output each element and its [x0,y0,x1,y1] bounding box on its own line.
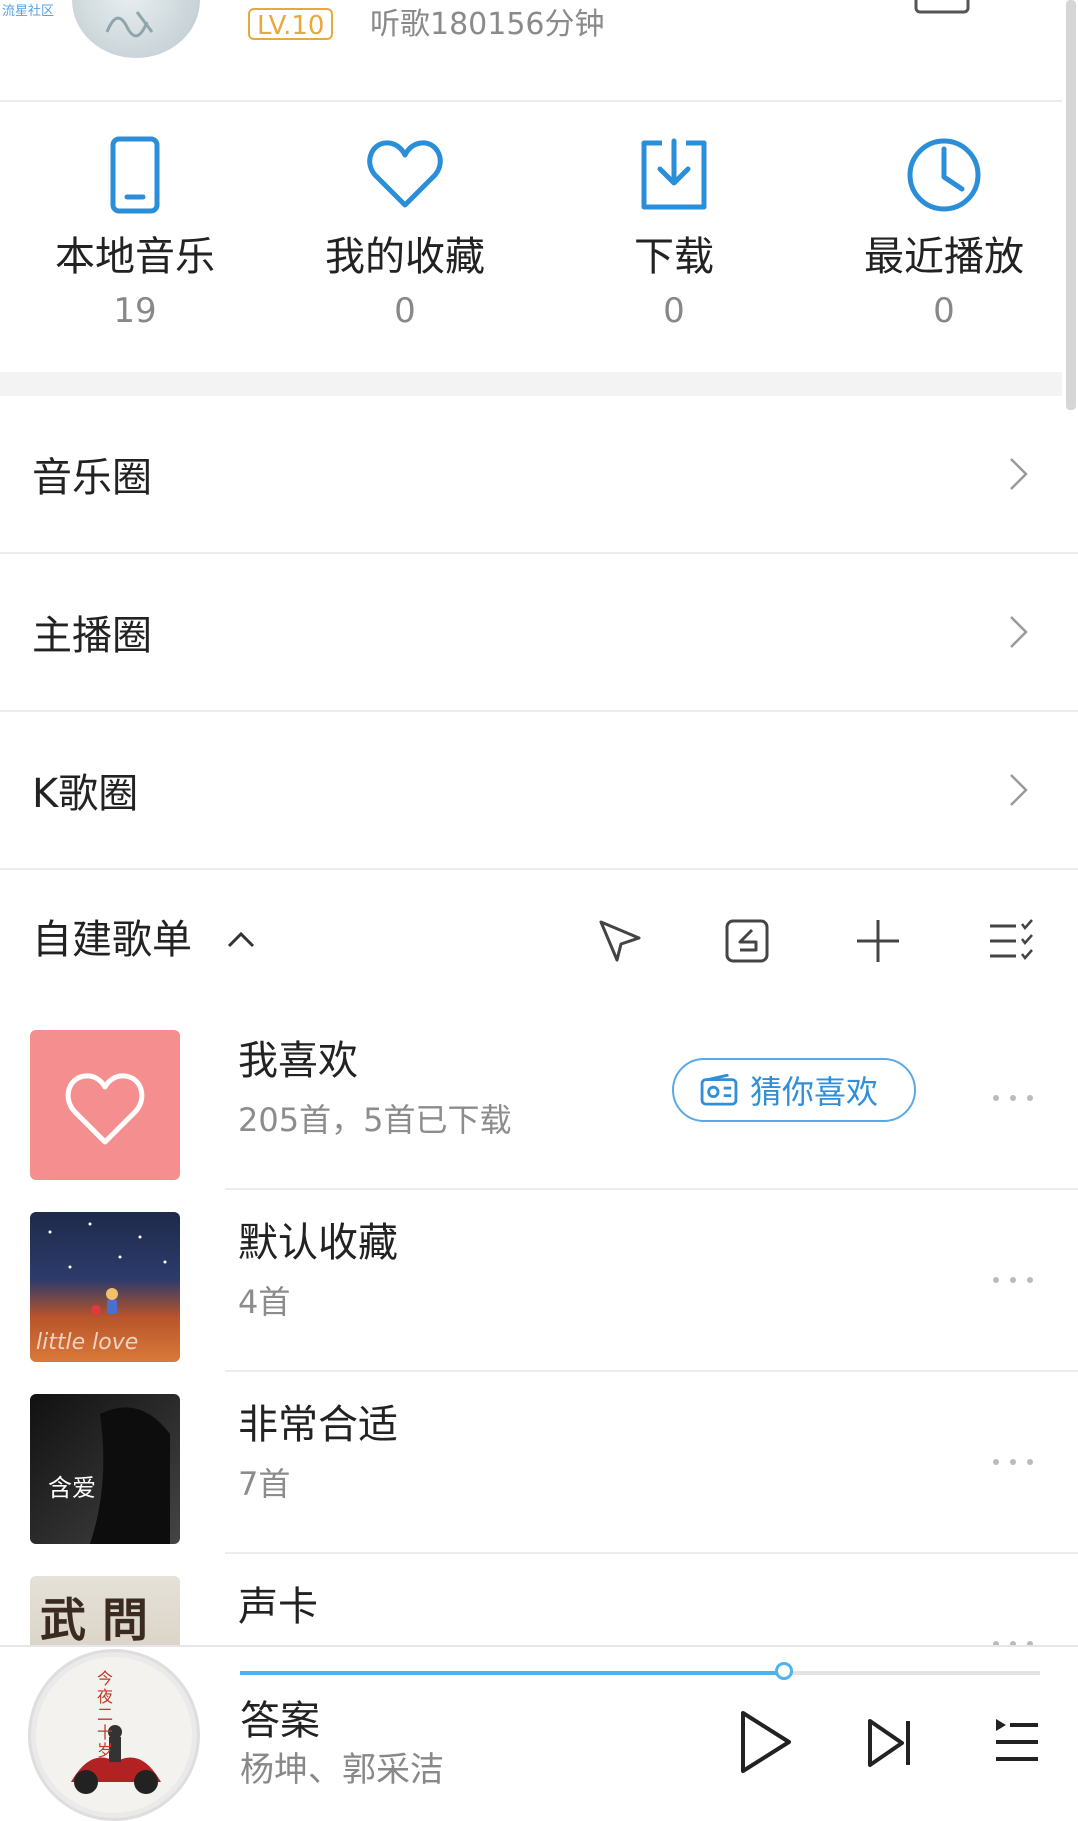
music-circle-row[interactable]: 音乐圈 [0,396,1078,552]
more-options-icon[interactable] [990,1090,1036,1106]
playlist-name: 默认收藏 [238,1220,398,1266]
row-divider [225,1552,1078,1554]
recent-play-label: 最近播放 [864,234,1024,280]
row-divider [0,868,1078,870]
row-divider [225,1188,1078,1190]
playlist-queue-icon[interactable] [992,1717,1042,1767]
chevron-right-icon [1010,774,1028,806]
chevron-right-icon [1010,616,1028,648]
cover-text: 含爱 [48,1474,96,1502]
download-label: 下载 [634,234,714,280]
radio-icon [700,1074,738,1106]
download-button[interactable]: 下载 0 [564,135,784,355]
anchor-circle-row[interactable]: 主播圈 [0,554,1078,710]
playlists-section-title[interactable]: 自建歌单 [32,915,192,965]
playlist-meta: 205首，5首已下载 [238,1101,512,1139]
favorite-cover [30,1030,180,1180]
disc-text: 今夜二十岁 [97,1669,114,1760]
watermark-text: 流星社区 [2,4,55,19]
song-artist: 杨坤、郭采洁 [240,1750,444,1790]
heart-icon [65,1073,145,1145]
phone-icon [110,136,160,214]
progress-handle[interactable] [775,1662,793,1680]
playlist-meta: 7首 [238,1465,291,1503]
more-options-icon[interactable] [990,1454,1036,1470]
header-action-icon[interactable] [912,0,972,16]
karaoke-circle-label: K歌圈 [32,771,139,817]
heart-icon [367,140,443,208]
section-separator [0,372,1062,396]
header-divider [0,100,1062,102]
guess-you-like-label: 猜你喜欢 [750,1073,879,1111]
playlist-cover: little love [30,1212,180,1362]
playlist-name: 我喜欢 [238,1038,358,1084]
chevron-right-icon [1010,458,1028,490]
playlist-name: 声卡 [238,1584,318,1630]
play-icon[interactable] [735,1709,795,1775]
playlist-row[interactable]: 我喜欢 205首，5首已下载 猜你喜欢 [0,1010,1078,1190]
recent-play-button[interactable]: 最近播放 0 [834,135,1054,355]
add-icon[interactable] [853,916,903,966]
next-track-icon[interactable] [866,1717,914,1769]
mini-player[interactable]: 今夜二十岁 答案 杨坤、郭采洁 [0,1645,1078,1821]
song-title: 答案 [240,1698,320,1744]
share-icon[interactable] [595,916,645,966]
scrollbar[interactable] [1066,0,1076,410]
recent-play-count: 0 [933,291,955,331]
clock-icon [907,138,981,212]
level-badge[interactable]: LV.10 [248,8,334,41]
download-icon [641,138,707,210]
listen-time-text: 听歌180156分钟 [370,7,605,42]
playlist-name: 非常合适 [238,1402,398,1448]
local-music-count: 19 [113,291,157,331]
row-divider [225,1370,1078,1372]
local-music-label: 本地音乐 [55,234,215,280]
my-favorites-label: 我的收藏 [325,234,485,280]
playlist-cover: 含爱 [30,1394,180,1544]
playlist-row[interactable]: 含爱 非常合适 7首 [0,1374,1078,1554]
playlist-row[interactable]: little love 默认收藏 4首 [0,1192,1078,1372]
album-disc[interactable]: 今夜二十岁 [28,1649,200,1821]
guess-you-like-button[interactable]: 猜你喜欢 [672,1058,916,1122]
progress-fill [240,1671,784,1675]
download-count: 0 [663,291,685,331]
music-circle-label: 音乐圈 [32,455,152,501]
local-music-button[interactable]: 本地音乐 19 [25,135,245,355]
manage-list-icon[interactable] [986,916,1036,966]
karaoke-circle-row[interactable]: K歌圈 [0,712,1078,868]
my-favorites-count: 0 [394,291,416,331]
more-options-icon[interactable] [990,1272,1036,1288]
anchor-circle-label: 主播圈 [32,613,152,659]
cover-text: little love [36,1330,139,1355]
avatar-art [105,11,154,38]
user-avatar[interactable] [72,0,200,58]
my-favorites-button[interactable]: 我的收藏 0 [295,135,515,355]
chevron-up-icon[interactable] [226,924,256,954]
progress-bar[interactable] [240,1662,1040,1680]
playlist-meta: 4首 [238,1283,291,1321]
import-icon[interactable] [722,916,772,966]
